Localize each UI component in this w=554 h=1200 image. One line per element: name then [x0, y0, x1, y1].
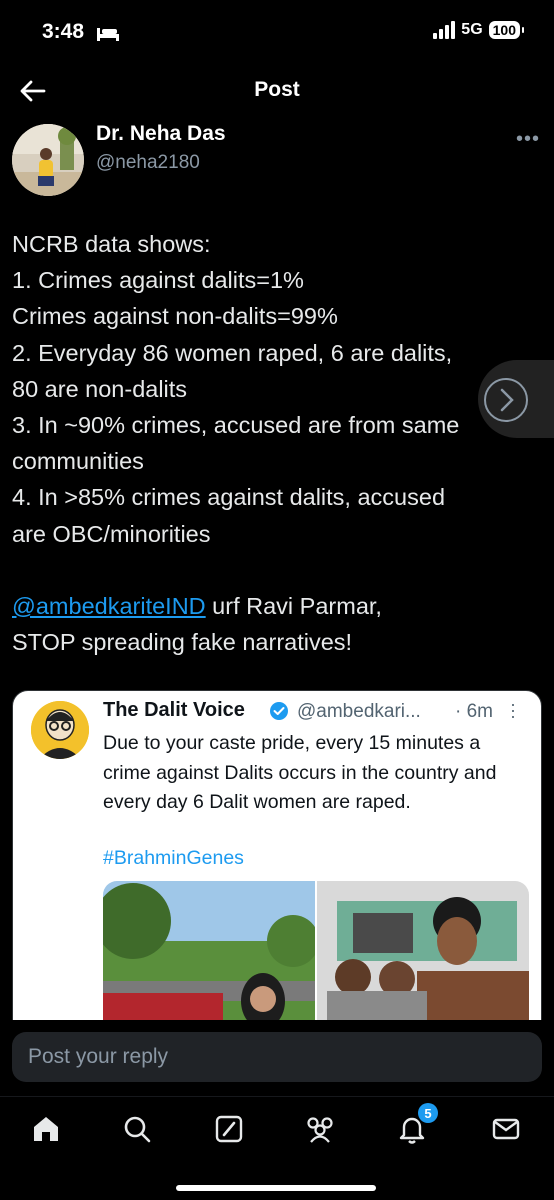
status-bar: 3:48 5G 100 — [0, 0, 554, 64]
chevron-right-icon — [484, 378, 528, 422]
quoted-time: · 6m — [455, 701, 493, 722]
bottom-nav: 5 — [0, 1096, 554, 1200]
quoted-post[interactable]: The Dalit Voice @ambedkari... · 6m · · · D… — [12, 690, 542, 1050]
quoted-display-name: The Dalit Voice — [103, 699, 245, 721]
nav-messages[interactable] — [486, 1109, 526, 1149]
nav-notifications[interactable]: 5 — [392, 1103, 438, 1149]
mention-link[interactable]: @ambedkariteIND — [12, 593, 206, 619]
author-display-name[interactable]: Dr. Neha Das — [96, 122, 226, 146]
home-icon — [34, 1117, 58, 1141]
post-author: Dr. Neha Das @neha2180 ••• — [0, 116, 554, 196]
hashtag-link[interactable]: #BrahminGenes — [103, 847, 244, 870]
nav-communities[interactable] — [300, 1109, 340, 1149]
reply-input[interactable] — [12, 1032, 542, 1082]
mail-icon — [492, 1118, 520, 1140]
home-indicator — [176, 1185, 376, 1191]
post-body: NCRB data shows: 1. Crimes against dalit… — [12, 226, 542, 660]
author-handle[interactable]: @neha2180 — [96, 152, 200, 174]
header: Post — [0, 64, 554, 116]
signal-icon — [433, 21, 456, 39]
search-icon — [124, 1116, 151, 1143]
nav-home[interactable] — [26, 1109, 66, 1149]
quoted-handle: @ambedkari... — [297, 701, 421, 722]
battery-icon: 100 — [488, 21, 525, 39]
quoted-text: Due to your caste pride, every 15 minute… — [103, 732, 497, 813]
status-indicators: 5G 100 — [433, 21, 525, 39]
nav-search[interactable] — [117, 1109, 157, 1149]
compose-icon — [215, 1115, 243, 1143]
reply-bar — [0, 1020, 554, 1096]
quoted-avatar[interactable] — [31, 701, 89, 759]
more-icon[interactable]: ••• — [516, 128, 540, 151]
sleep-mode-icon — [97, 28, 119, 41]
network-type: 5G — [461, 21, 483, 38]
more-vertical-icon[interactable]: · · · — [509, 695, 517, 725]
notification-badge: 5 — [418, 1103, 438, 1123]
communities-icon — [307, 1117, 333, 1143]
avatar[interactable] — [12, 124, 84, 196]
next-button[interactable] — [478, 360, 554, 438]
nav-grok[interactable] — [209, 1109, 249, 1149]
verified-icon — [270, 702, 288, 720]
status-time: 3:48 — [42, 20, 85, 43]
page-title: Post — [254, 78, 300, 101]
post-text: NCRB data shows: 1. Crimes against dalit… — [12, 231, 460, 547]
